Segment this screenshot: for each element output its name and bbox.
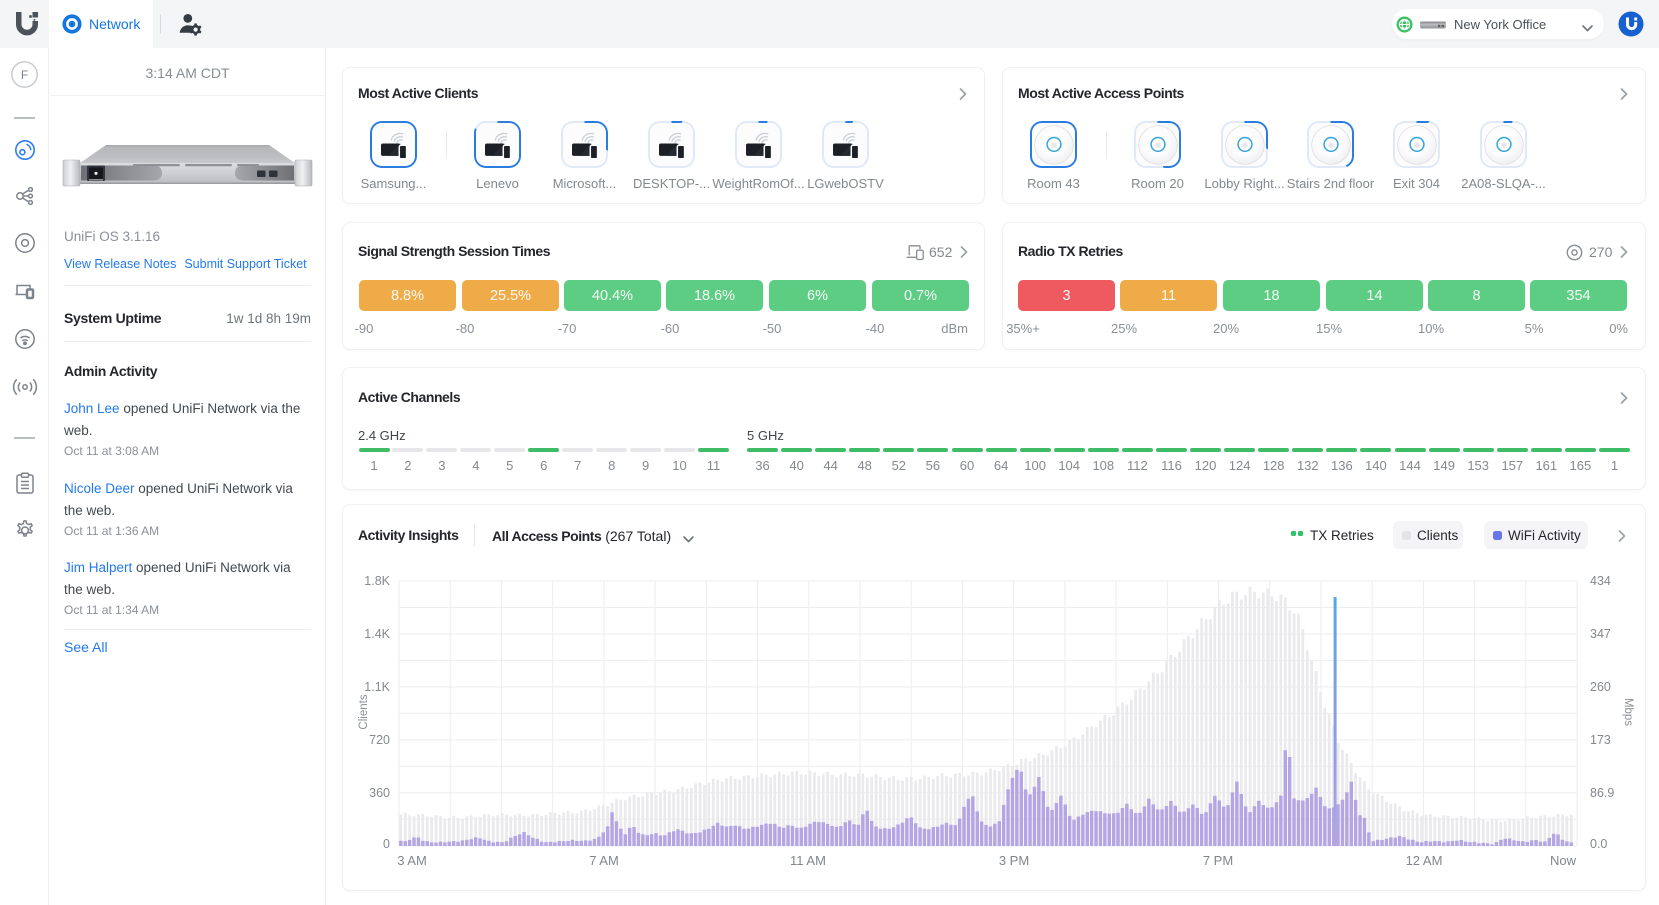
svg-text:Now: Now	[1550, 853, 1577, 868]
svg-text:0: 0	[383, 837, 390, 851]
svg-text:Mbps: Mbps	[1622, 698, 1634, 726]
svg-text:3 AM: 3 AM	[397, 853, 427, 868]
svg-text:260: 260	[1590, 680, 1611, 694]
svg-text:173: 173	[1590, 733, 1611, 747]
svg-text:720: 720	[369, 733, 390, 747]
svg-text:360: 360	[369, 786, 390, 800]
svg-text:11 AM: 11 AM	[790, 853, 826, 868]
svg-text:86.9: 86.9	[1590, 786, 1614, 800]
svg-text:7 AM: 7 AM	[589, 853, 619, 868]
svg-text:F: F	[21, 68, 28, 82]
svg-text:3 PM: 3 PM	[999, 853, 1029, 868]
svg-text:347: 347	[1590, 627, 1611, 641]
svg-text:12 AM: 12 AM	[1406, 853, 1443, 868]
svg-text:1.4K: 1.4K	[364, 627, 390, 641]
svg-text:0.0: 0.0	[1590, 837, 1607, 851]
svg-text:1.1K: 1.1K	[364, 680, 390, 694]
svg-text:Clients: Clients	[358, 694, 370, 729]
svg-text:434: 434	[1590, 574, 1611, 588]
svg-text:1.8K: 1.8K	[364, 574, 390, 588]
svg-text:7 PM: 7 PM	[1203, 853, 1233, 868]
